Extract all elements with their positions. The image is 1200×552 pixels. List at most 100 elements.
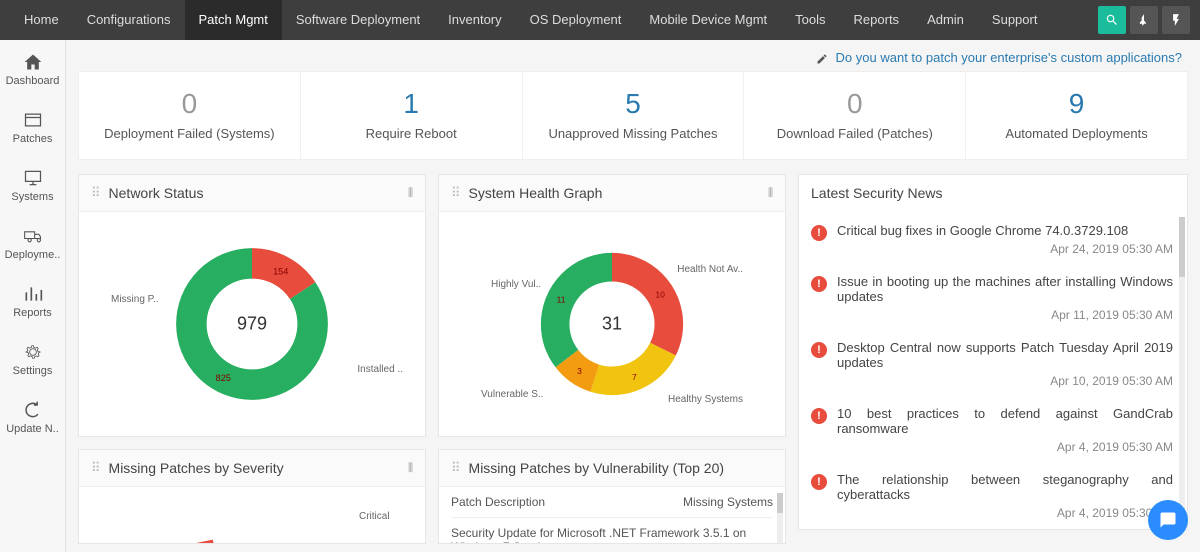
nav-tab-inventory[interactable]: Inventory <box>434 0 515 40</box>
news-item[interactable]: ! The relationship between steganography … <box>811 472 1173 519</box>
truck-icon <box>23 226 43 246</box>
nav-tab-os-deployment[interactable]: OS Deployment <box>516 0 636 40</box>
news-title: The relationship between steganography a… <box>837 472 1173 502</box>
sidebar-label: Deployme.. <box>5 249 61 261</box>
main-content: Do you want to patch your enterprise's c… <box>66 40 1200 552</box>
news-title: Critical bug fixes in Google Chrome 74.0… <box>837 223 1173 238</box>
flash-button[interactable] <box>1162 6 1190 34</box>
chart-icon <box>23 284 43 304</box>
kpi-value: 9 <box>974 88 1179 120</box>
drag-handle-icon[interactable]: ⠿ <box>451 185 461 201</box>
alert-icon: ! <box>811 225 827 241</box>
sidebar-label: Patches <box>13 133 53 145</box>
sidebar-item-update[interactable]: Update N.. <box>0 388 65 446</box>
gear-icon <box>23 342 43 362</box>
news-title: Desktop Central now supports Patch Tuesd… <box>837 340 1173 370</box>
nav-tab-mobile-device-mgmt[interactable]: Mobile Device Mgmt <box>635 0 781 40</box>
donut-center-value: 979 <box>237 314 267 335</box>
news-item[interactable]: ! Critical bug fixes in Google Chrome 74.… <box>811 223 1173 256</box>
news-item[interactable]: ! 10 best practices to defend against Gan… <box>811 406 1173 454</box>
drag-handle-icon[interactable]: ⠿ <box>91 185 101 201</box>
news-date: Apr 4, 2019 05:30 AM <box>837 440 1173 454</box>
missing-patches-label: Missing P.. <box>111 294 159 305</box>
search-icon <box>1105 13 1119 27</box>
sidebar-label: Dashboard <box>6 75 60 87</box>
kpi-deployment-failed-systems-[interactable]: 0 Deployment Failed (Systems) <box>79 72 301 159</box>
search-button[interactable] <box>1098 6 1126 34</box>
alert-icon: ! <box>811 408 827 424</box>
kpi-require-reboot[interactable]: 1Require Reboot <box>301 72 523 159</box>
vuln-card: ⠿ Missing Patches by Vulnerability (Top … <box>438 449 786 544</box>
kpi-label: Download Failed (Patches) <box>752 126 957 141</box>
rocket-icon <box>1137 13 1151 27</box>
news-list: ! Critical bug fixes in Google Chrome 74.… <box>799 211 1187 519</box>
health-donut: 107311 31 Highly Vul.. Health Not Av.. V… <box>451 224 773 424</box>
network-status-card: ⠿ Network Status ⫼ 154825 979 Missing P.… <box>78 174 426 437</box>
network-donut: 154825 979 Missing P.. Installed .. <box>91 224 413 424</box>
banner: Do you want to patch your enterprise's c… <box>66 40 1200 71</box>
svg-text:11: 11 <box>557 295 566 305</box>
card-title: System Health Graph <box>469 185 768 201</box>
news-title: 10 best practices to defend against Gand… <box>837 406 1173 436</box>
col-patch-description: Patch Description <box>451 495 663 509</box>
news-title: Issue in booting up the machines after i… <box>837 274 1173 304</box>
kpi-download-failed-patches-[interactable]: 0 Download Failed (Patches) <box>744 72 966 159</box>
sidebar-label: Reports <box>13 307 52 319</box>
kpi-unapproved-missing-patches[interactable]: 5 Unapproved Missing Patches <box>523 72 745 159</box>
patches-icon <box>23 110 43 130</box>
nav-tab-configurations[interactable]: Configurations <box>73 0 185 40</box>
severity-donut-partial <box>79 487 403 544</box>
nav-tab-patch-mgmt[interactable]: Patch Mgmt <box>185 0 282 40</box>
rocket-button[interactable] <box>1130 6 1158 34</box>
nav-tab-reports[interactable]: Reports <box>840 0 914 40</box>
kpi-value: 0 <box>752 88 957 120</box>
kpi-automated-deployments[interactable]: 9Automated Deployments <box>966 72 1187 159</box>
sidebar-item-dashboard[interactable]: Dashboard <box>0 40 65 98</box>
health-card: ⠿ System Health Graph ⫼ 107311 31 Highly… <box>438 174 786 437</box>
nav-tab-software-deployment[interactable]: Software Deployment <box>282 0 434 40</box>
col-missing-systems: Missing Systems <box>663 495 773 509</box>
chart-options-icon[interactable]: ⫼ <box>408 187 413 200</box>
news-item[interactable]: ! Issue in booting up the machines after … <box>811 274 1173 322</box>
kpi-value: 0 <box>87 88 292 120</box>
health-not-available-label: Health Not Av.. <box>677 264 743 275</box>
kpi-row: 0 Deployment Failed (Systems) 1Require Reb… <box>78 71 1188 160</box>
sidebar-item-patches[interactable]: Patches <box>0 98 65 156</box>
nav-tab-admin[interactable]: Admin <box>913 0 978 40</box>
sidebar-item-settings[interactable]: Settings <box>0 330 65 388</box>
card-title: Missing Patches by Vulnerability (Top 20… <box>469 460 773 476</box>
table-row[interactable]: Security Update for Microsoft .NET Frame… <box>451 518 773 544</box>
highly-vulnerable-label: Highly Vul.. <box>491 279 541 290</box>
sidebar-item-systems[interactable]: Systems <box>0 156 65 214</box>
news-date: Apr 11, 2019 05:30 AM <box>837 308 1173 322</box>
healthy-systems-label: Healthy Systems <box>668 394 743 405</box>
nav-tab-tools[interactable]: Tools <box>781 0 839 40</box>
banner-link[interactable]: Do you want to patch your enterprise's c… <box>836 50 1182 65</box>
refresh-icon <box>23 400 43 420</box>
card-title: Missing Patches by Severity <box>109 460 408 476</box>
alert-icon: ! <box>811 474 827 490</box>
patch-description-cell: Security Update for Microsoft .NET Frame… <box>451 526 773 544</box>
flash-icon <box>1169 13 1183 27</box>
nav-tab-home[interactable]: Home <box>10 0 73 40</box>
alert-icon: ! <box>811 276 827 292</box>
nav-tab-support[interactable]: Support <box>978 0 1052 40</box>
chat-fab[interactable] <box>1148 500 1188 540</box>
news-item[interactable]: !Desktop Central now supports Patch Tues… <box>811 340 1173 388</box>
chart-options-icon[interactable]: ⫼ <box>768 187 773 200</box>
sidebar-item-deployment[interactable]: Deployme.. <box>0 214 65 272</box>
scrollbar-thumb[interactable] <box>777 493 783 513</box>
sidebar-item-reports[interactable]: Reports <box>0 272 65 330</box>
chat-icon <box>1159 511 1177 529</box>
kpi-label: Unapproved Missing Patches <box>531 126 736 141</box>
vulnerable-systems-label: Vulnerable S.. <box>481 389 543 400</box>
scrollbar-thumb[interactable] <box>1179 217 1185 277</box>
kpi-value: 1 <box>309 88 514 120</box>
chart-options-icon[interactable]: ⫼ <box>408 462 413 475</box>
kpi-label: Deployment Failed (Systems) <box>87 126 292 141</box>
card-title: Latest Security News <box>811 185 1175 201</box>
drag-handle-icon[interactable]: ⠿ <box>451 460 461 476</box>
kpi-value: 5 <box>531 88 736 120</box>
sidebar-label: Settings <box>13 365 53 377</box>
drag-handle-icon[interactable]: ⠿ <box>91 460 101 476</box>
